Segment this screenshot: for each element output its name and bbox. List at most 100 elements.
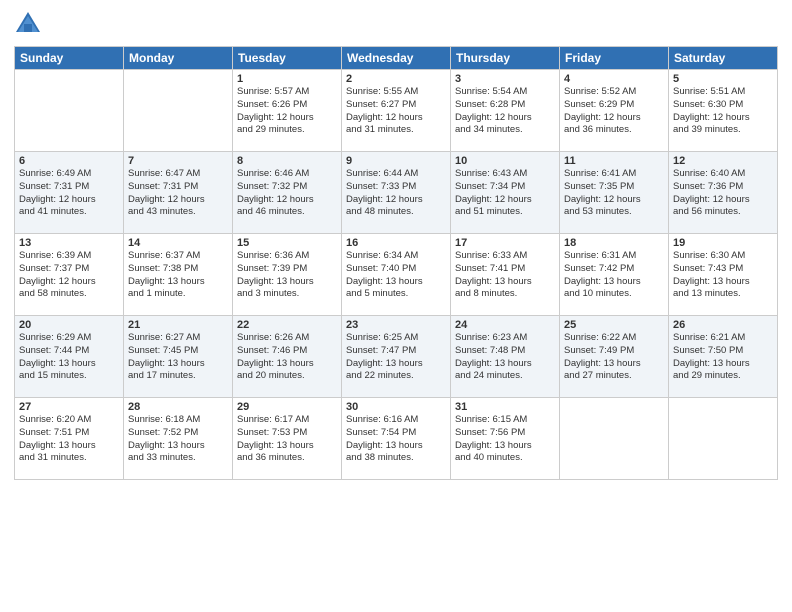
day-number: 5 — [673, 73, 773, 85]
day-info: Sunrise: 5:52 AMSunset: 6:29 PMDaylight:… — [564, 86, 664, 137]
calendar-cell: 17Sunrise: 6:33 AMSunset: 7:41 PMDayligh… — [451, 234, 560, 316]
day-info: Sunrise: 6:17 AMSunset: 7:53 PMDaylight:… — [237, 414, 337, 465]
day-number: 8 — [237, 155, 337, 167]
day-number: 9 — [346, 155, 446, 167]
calendar: SundayMondayTuesdayWednesdayThursdayFrid… — [14, 46, 778, 480]
calendar-cell: 22Sunrise: 6:26 AMSunset: 7:46 PMDayligh… — [233, 316, 342, 398]
day-info: Sunrise: 6:25 AMSunset: 7:47 PMDaylight:… — [346, 332, 446, 383]
calendar-cell: 24Sunrise: 6:23 AMSunset: 7:48 PMDayligh… — [451, 316, 560, 398]
day-number: 10 — [455, 155, 555, 167]
calendar-cell: 14Sunrise: 6:37 AMSunset: 7:38 PMDayligh… — [124, 234, 233, 316]
day-info: Sunrise: 6:33 AMSunset: 7:41 PMDaylight:… — [455, 250, 555, 301]
day-number: 31 — [455, 401, 555, 413]
logo-icon — [14, 10, 42, 38]
calendar-cell: 28Sunrise: 6:18 AMSunset: 7:52 PMDayligh… — [124, 398, 233, 480]
calendar-cell: 9Sunrise: 6:44 AMSunset: 7:33 PMDaylight… — [342, 152, 451, 234]
calendar-cell: 25Sunrise: 6:22 AMSunset: 7:49 PMDayligh… — [560, 316, 669, 398]
week-row-3: 13Sunrise: 6:39 AMSunset: 7:37 PMDayligh… — [15, 234, 778, 316]
day-number: 3 — [455, 73, 555, 85]
day-header-tuesday: Tuesday — [233, 47, 342, 70]
day-info: Sunrise: 6:21 AMSunset: 7:50 PMDaylight:… — [673, 332, 773, 383]
calendar-cell — [560, 398, 669, 480]
day-number: 12 — [673, 155, 773, 167]
day-info: Sunrise: 5:51 AMSunset: 6:30 PMDaylight:… — [673, 86, 773, 137]
calendar-cell: 21Sunrise: 6:27 AMSunset: 7:45 PMDayligh… — [124, 316, 233, 398]
day-header-sunday: Sunday — [15, 47, 124, 70]
calendar-header-row: SundayMondayTuesdayWednesdayThursdayFrid… — [15, 47, 778, 70]
calendar-cell: 8Sunrise: 6:46 AMSunset: 7:32 PMDaylight… — [233, 152, 342, 234]
calendar-cell: 6Sunrise: 6:49 AMSunset: 7:31 PMDaylight… — [15, 152, 124, 234]
day-header-saturday: Saturday — [669, 47, 778, 70]
day-header-wednesday: Wednesday — [342, 47, 451, 70]
day-header-thursday: Thursday — [451, 47, 560, 70]
day-number: 13 — [19, 237, 119, 249]
day-number: 27 — [19, 401, 119, 413]
day-info: Sunrise: 6:16 AMSunset: 7:54 PMDaylight:… — [346, 414, 446, 465]
calendar-cell: 26Sunrise: 6:21 AMSunset: 7:50 PMDayligh… — [669, 316, 778, 398]
day-number: 22 — [237, 319, 337, 331]
day-number: 11 — [564, 155, 664, 167]
header — [14, 10, 778, 38]
calendar-cell — [124, 70, 233, 152]
day-info: Sunrise: 5:57 AMSunset: 6:26 PMDaylight:… — [237, 86, 337, 137]
logo — [14, 10, 46, 38]
day-number: 16 — [346, 237, 446, 249]
day-info: Sunrise: 6:18 AMSunset: 7:52 PMDaylight:… — [128, 414, 228, 465]
calendar-cell: 29Sunrise: 6:17 AMSunset: 7:53 PMDayligh… — [233, 398, 342, 480]
day-header-monday: Monday — [124, 47, 233, 70]
day-info: Sunrise: 6:31 AMSunset: 7:42 PMDaylight:… — [564, 250, 664, 301]
day-number: 28 — [128, 401, 228, 413]
day-info: Sunrise: 6:15 AMSunset: 7:56 PMDaylight:… — [455, 414, 555, 465]
day-number: 6 — [19, 155, 119, 167]
day-number: 1 — [237, 73, 337, 85]
calendar-cell — [15, 70, 124, 152]
calendar-cell: 12Sunrise: 6:40 AMSunset: 7:36 PMDayligh… — [669, 152, 778, 234]
day-info: Sunrise: 6:39 AMSunset: 7:37 PMDaylight:… — [19, 250, 119, 301]
day-info: Sunrise: 6:40 AMSunset: 7:36 PMDaylight:… — [673, 168, 773, 219]
day-info: Sunrise: 6:26 AMSunset: 7:46 PMDaylight:… — [237, 332, 337, 383]
day-info: Sunrise: 6:44 AMSunset: 7:33 PMDaylight:… — [346, 168, 446, 219]
day-number: 15 — [237, 237, 337, 249]
calendar-cell: 31Sunrise: 6:15 AMSunset: 7:56 PMDayligh… — [451, 398, 560, 480]
day-number: 7 — [128, 155, 228, 167]
day-info: Sunrise: 6:30 AMSunset: 7:43 PMDaylight:… — [673, 250, 773, 301]
day-info: Sunrise: 6:23 AMSunset: 7:48 PMDaylight:… — [455, 332, 555, 383]
day-number: 18 — [564, 237, 664, 249]
calendar-cell: 5Sunrise: 5:51 AMSunset: 6:30 PMDaylight… — [669, 70, 778, 152]
day-info: Sunrise: 5:55 AMSunset: 6:27 PMDaylight:… — [346, 86, 446, 137]
day-number: 14 — [128, 237, 228, 249]
calendar-cell: 2Sunrise: 5:55 AMSunset: 6:27 PMDaylight… — [342, 70, 451, 152]
day-info: Sunrise: 6:22 AMSunset: 7:49 PMDaylight:… — [564, 332, 664, 383]
day-number: 26 — [673, 319, 773, 331]
day-info: Sunrise: 6:36 AMSunset: 7:39 PMDaylight:… — [237, 250, 337, 301]
day-number: 24 — [455, 319, 555, 331]
day-info: Sunrise: 6:41 AMSunset: 7:35 PMDaylight:… — [564, 168, 664, 219]
calendar-cell: 30Sunrise: 6:16 AMSunset: 7:54 PMDayligh… — [342, 398, 451, 480]
day-number: 20 — [19, 319, 119, 331]
day-info: Sunrise: 6:37 AMSunset: 7:38 PMDaylight:… — [128, 250, 228, 301]
day-number: 29 — [237, 401, 337, 413]
week-row-5: 27Sunrise: 6:20 AMSunset: 7:51 PMDayligh… — [15, 398, 778, 480]
day-info: Sunrise: 6:20 AMSunset: 7:51 PMDaylight:… — [19, 414, 119, 465]
day-number: 25 — [564, 319, 664, 331]
week-row-2: 6Sunrise: 6:49 AMSunset: 7:31 PMDaylight… — [15, 152, 778, 234]
day-header-friday: Friday — [560, 47, 669, 70]
calendar-cell: 19Sunrise: 6:30 AMSunset: 7:43 PMDayligh… — [669, 234, 778, 316]
day-info: Sunrise: 6:27 AMSunset: 7:45 PMDaylight:… — [128, 332, 228, 383]
week-row-1: 1Sunrise: 5:57 AMSunset: 6:26 PMDaylight… — [15, 70, 778, 152]
day-number: 17 — [455, 237, 555, 249]
calendar-cell: 20Sunrise: 6:29 AMSunset: 7:44 PMDayligh… — [15, 316, 124, 398]
calendar-cell: 1Sunrise: 5:57 AMSunset: 6:26 PMDaylight… — [233, 70, 342, 152]
day-info: Sunrise: 6:47 AMSunset: 7:31 PMDaylight:… — [128, 168, 228, 219]
day-number: 23 — [346, 319, 446, 331]
calendar-cell: 10Sunrise: 6:43 AMSunset: 7:34 PMDayligh… — [451, 152, 560, 234]
page: SundayMondayTuesdayWednesdayThursdayFrid… — [0, 0, 792, 612]
calendar-cell: 15Sunrise: 6:36 AMSunset: 7:39 PMDayligh… — [233, 234, 342, 316]
day-number: 2 — [346, 73, 446, 85]
calendar-cell: 16Sunrise: 6:34 AMSunset: 7:40 PMDayligh… — [342, 234, 451, 316]
day-info: Sunrise: 6:29 AMSunset: 7:44 PMDaylight:… — [19, 332, 119, 383]
calendar-cell: 7Sunrise: 6:47 AMSunset: 7:31 PMDaylight… — [124, 152, 233, 234]
week-row-4: 20Sunrise: 6:29 AMSunset: 7:44 PMDayligh… — [15, 316, 778, 398]
day-number: 4 — [564, 73, 664, 85]
day-info: Sunrise: 6:46 AMSunset: 7:32 PMDaylight:… — [237, 168, 337, 219]
